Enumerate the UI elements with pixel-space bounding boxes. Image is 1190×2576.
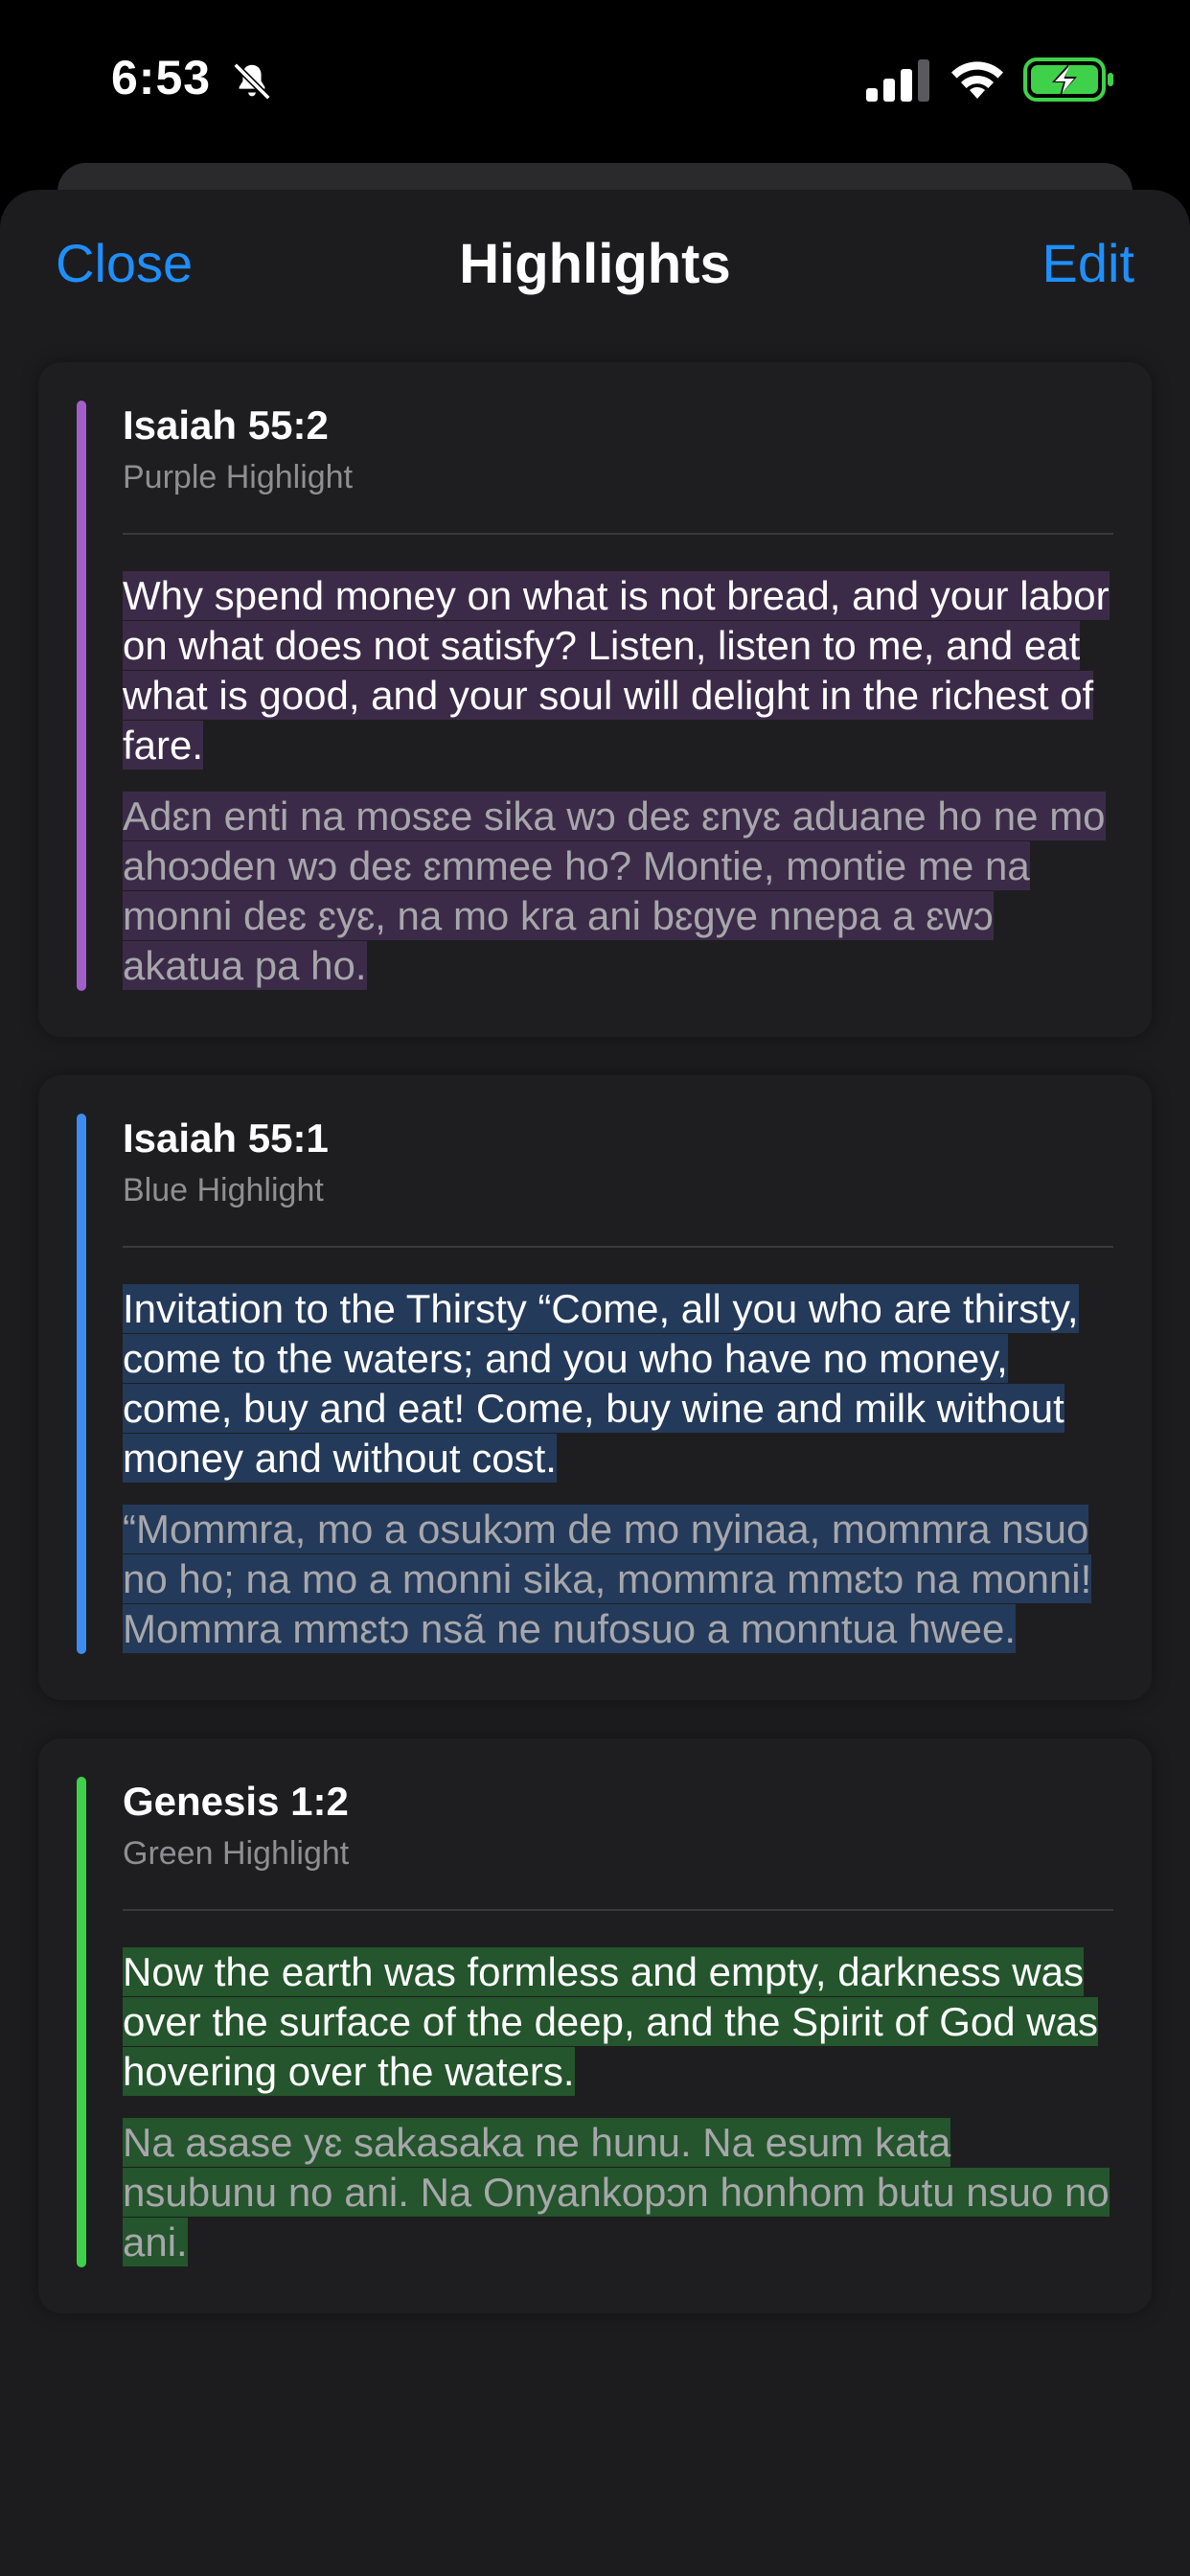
highlights-sheet: Close Highlights Edit Isaiah 55:2 Purple… — [0, 190, 1190, 2576]
edit-button[interactable]: Edit — [1042, 232, 1135, 294]
verse-reference: Isaiah 55:1 — [123, 1116, 329, 1161]
divider — [123, 1246, 1113, 1248]
highlight-card[interactable]: Genesis 1:2 Green Highlight Now the eart… — [38, 1738, 1152, 2313]
highlight-card[interactable]: Isaiah 55:2 Purple Highlight Why spend m… — [38, 362, 1152, 1037]
verse-text-highlight: Now the earth was formless and empty, da… — [123, 1947, 1098, 2096]
verse-reference: Genesis 1:2 — [123, 1779, 349, 1824]
highlights-list: Isaiah 55:2 Purple Highlight Why spend m… — [38, 362, 1152, 2352]
battery-charging-icon — [1023, 58, 1113, 102]
translation-text-highlight: Na asase yɛ sakasaka ne hunu. Na esum ka… — [123, 2118, 1110, 2266]
highlight-color-bar — [77, 1114, 86, 1654]
wifi-icon — [951, 61, 1003, 99]
verse-text-highlight: Invitation to the Thirsty “Come, all you… — [123, 1284, 1079, 1483]
translation-text: “Mommra, mo a osukɔm de mo nyinaa, mommr… — [123, 1505, 1113, 1654]
verse-text: Why spend money on what is not bread, an… — [123, 571, 1113, 770]
bell-slash-icon — [233, 62, 271, 101]
highlight-color-label: Blue Highlight — [123, 1172, 324, 1208]
highlight-color-label: Purple Highlight — [123, 459, 354, 495]
translation-text-highlight: “Mommra, mo a osukɔm de mo nyinaa, mommr… — [123, 1505, 1092, 1653]
page-title: Highlights — [459, 233, 731, 295]
highlight-color-bar — [77, 1777, 86, 2267]
divider — [123, 533, 1113, 535]
highlight-card[interactable]: Isaiah 55:1 Blue Highlight Invitation to… — [38, 1075, 1152, 1700]
verse-text-highlight: Why spend money on what is not bread, an… — [123, 571, 1110, 770]
status-time: 6:53 — [111, 51, 212, 104]
screen: 6:53 Close Highlights Edit Isaiah 55:2 P… — [0, 0, 1190, 2576]
highlight-color-label: Green Highlight — [123, 1835, 350, 1872]
verse-text: Invitation to the Thirsty “Come, all you… — [123, 1284, 1113, 1484]
status-bar: 6:53 — [0, 0, 1190, 163]
translation-text: Adɛn enti na mosɛe sika wɔ deɛ ɛnyɛ adua… — [123, 792, 1113, 991]
divider — [123, 1909, 1113, 1911]
verse-text: Now the earth was formless and empty, da… — [123, 1947, 1113, 2097]
translation-text-highlight: Adɛn enti na mosɛe sika wɔ deɛ ɛnyɛ adua… — [123, 792, 1106, 990]
highlight-color-bar — [77, 401, 86, 991]
translation-text: Na asase yɛ sakasaka ne hunu. Na esum ka… — [123, 2118, 1113, 2267]
cellular-signal-icon — [866, 59, 929, 102]
verse-reference: Isaiah 55:2 — [123, 402, 329, 448]
